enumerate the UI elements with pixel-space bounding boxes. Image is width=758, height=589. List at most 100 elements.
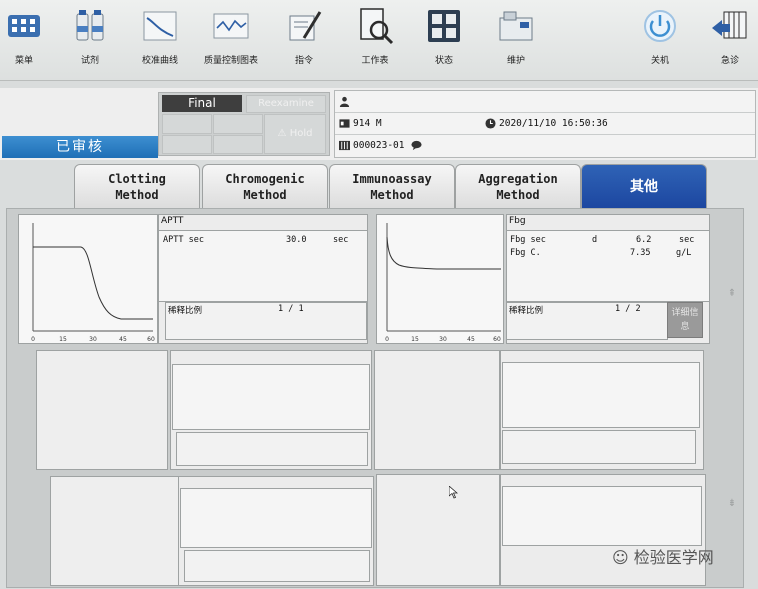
scroll-up-arrow[interactable]: ⇞ bbox=[727, 288, 737, 299]
toolbar: 菜单 试剂 校准曲线 质量控制图表 指令 工作表 状态 维护 关机 急诊 bbox=[0, 0, 758, 81]
aptt-result-name: APTT sec bbox=[163, 235, 204, 245]
menu-label: 菜单 bbox=[14, 56, 33, 66]
worksheet-label: 工作表 bbox=[361, 56, 389, 66]
worksheet-magnifier-icon bbox=[360, 8, 394, 45]
sample-datetime: 2020/11/10 16:50:36 bbox=[499, 118, 608, 129]
status-label: 状态 bbox=[434, 56, 453, 66]
stat-rack-icon bbox=[712, 11, 747, 39]
status-cell-empty-2 bbox=[213, 114, 263, 134]
x-tick-label: 0 bbox=[31, 336, 35, 343]
fbg-conc-name: Fbg C. bbox=[510, 248, 541, 258]
empty-result-box-r3-right bbox=[502, 486, 702, 546]
fbg-conc-value: 7.35 bbox=[630, 248, 651, 258]
fbg-curve-line bbox=[386, 236, 501, 270]
empty-chart-r2-right bbox=[374, 350, 500, 470]
empty-result-box-r2-left bbox=[172, 364, 370, 430]
x-tick-label: 45 bbox=[467, 336, 475, 343]
maintenance-button[interactable]: 维护 bbox=[486, 6, 546, 76]
empty-result-box-r3-left bbox=[180, 488, 372, 548]
power-icon bbox=[644, 10, 676, 42]
fbg-curve-chart: 0 15 30 45 60 bbox=[376, 214, 504, 344]
tab-line1: Clotting bbox=[108, 172, 166, 186]
empty-chart-r3-left bbox=[50, 476, 180, 586]
x-tick-label: 60 bbox=[493, 336, 501, 343]
empty-chart-r3-right bbox=[376, 474, 500, 586]
reagent-label: 试剂 bbox=[80, 56, 99, 66]
mouse-cursor-icon bbox=[449, 486, 458, 499]
reexamine-status-cell: Reexamine bbox=[246, 95, 326, 113]
tab-line2: Method bbox=[243, 188, 287, 202]
qc-chart-button[interactable]: 质量控制图表 bbox=[201, 6, 261, 76]
aptt-curve-chart: 0 15 30 45 60 bbox=[18, 214, 158, 344]
comment-icon[interactable] bbox=[411, 140, 422, 151]
sample-row: 914 M 2020/11/10 16:50:36 bbox=[335, 113, 755, 135]
menu-button[interactable]: 菜单 bbox=[0, 6, 54, 76]
watermark-text: 检验医学网 bbox=[633, 548, 714, 567]
patient-info: 914 M bbox=[353, 118, 382, 129]
warning-icon: ⚠ bbox=[277, 128, 287, 139]
empty-result-box-r2-right bbox=[502, 362, 700, 428]
x-tick-label: 0 bbox=[385, 336, 389, 343]
fbg-sec-flag: d bbox=[592, 235, 598, 245]
x-tick-label: 15 bbox=[411, 336, 419, 343]
aptt-dilution-value: 1 / 1 bbox=[278, 304, 304, 314]
shutdown-label: 关机 bbox=[650, 56, 669, 66]
fbg-panel-title: Fbg bbox=[509, 216, 526, 226]
x-tick-label: 15 bbox=[59, 336, 67, 343]
audited-badge: 已审核 bbox=[2, 136, 158, 158]
hold-status-cell: ⚠ Hold bbox=[264, 114, 326, 154]
watermark: ☺ 检验医学网 bbox=[612, 544, 714, 568]
qc-chart-label: 质量控制图表 bbox=[203, 56, 258, 66]
person-icon bbox=[339, 96, 350, 107]
fbg-sec-unit: sec bbox=[679, 235, 695, 245]
patient-row bbox=[335, 91, 755, 113]
tab-other[interactable]: 其他 bbox=[581, 164, 707, 209]
status-cell-empty-1 bbox=[162, 114, 212, 134]
x-tick-label: 30 bbox=[89, 336, 97, 343]
calibration-curve-button[interactable]: 校准曲线 bbox=[130, 6, 190, 76]
aptt-result-unit: sec bbox=[333, 235, 349, 245]
calibration-curve-icon bbox=[143, 11, 177, 41]
sample-id-row: 000023-01 bbox=[335, 135, 755, 156]
calibration-curve-label: 校准曲线 bbox=[141, 56, 178, 66]
menu-grid-icon bbox=[8, 15, 40, 37]
x-tick-label: 30 bbox=[439, 336, 447, 343]
fbg-sec-value: 6.2 bbox=[636, 235, 652, 245]
tab-clotting-method[interactable]: Clotting Method bbox=[74, 164, 200, 209]
tab-line1: Immunoassay bbox=[352, 172, 432, 186]
status-panel-icon bbox=[428, 10, 460, 42]
stat-button[interactable]: 急诊 bbox=[700, 6, 758, 76]
tab-aggregation-method[interactable]: Aggregation Method bbox=[455, 164, 581, 209]
aptt-result-value: 30.0 bbox=[286, 235, 307, 245]
instruction-label: 指令 bbox=[294, 56, 313, 66]
id-card-icon bbox=[339, 119, 350, 128]
tab-chromogenic-method[interactable]: Chromogenic Method bbox=[202, 164, 328, 209]
aptt-curve-svg: 0 15 30 45 60 bbox=[31, 223, 155, 343]
worksheet-button[interactable]: 工作表 bbox=[345, 6, 405, 76]
scroll-down-arrow[interactable]: ⇟ bbox=[727, 498, 737, 509]
wechat-icon: ☺ bbox=[612, 548, 629, 567]
tab-label: 其他 bbox=[630, 179, 658, 195]
tab-line1: Chromogenic bbox=[225, 172, 305, 186]
clock-icon bbox=[485, 118, 496, 129]
tab-line1: Aggregation bbox=[478, 172, 558, 186]
fbg-curve-svg: 0 15 30 45 60 bbox=[385, 223, 501, 343]
aptt-panel-title: APTT bbox=[161, 216, 184, 226]
fbg-sec-name: Fbg sec bbox=[510, 235, 546, 245]
reagent-bottles-icon bbox=[76, 10, 104, 41]
details-button[interactable]: 详细信息 bbox=[667, 302, 703, 338]
status-button[interactable]: 状态 bbox=[414, 6, 474, 76]
tab-immunoassay-method[interactable]: Immunoassay Method bbox=[329, 164, 455, 209]
instruction-button[interactable]: 指令 bbox=[274, 6, 334, 76]
hold-label: Hold bbox=[289, 128, 313, 139]
x-tick-label: 45 bbox=[119, 336, 127, 343]
reagent-button[interactable]: 试剂 bbox=[60, 6, 120, 76]
empty-dilution-r3-left bbox=[184, 550, 370, 582]
tab-line2: Method bbox=[115, 188, 159, 202]
final-status-badge: Final bbox=[162, 95, 242, 112]
empty-dilution-r2-right bbox=[502, 430, 696, 464]
fbg-conc-unit: g/L bbox=[676, 248, 692, 258]
shutdown-button[interactable]: 关机 bbox=[630, 6, 690, 76]
fbg-dilution-label: 稀释比例 bbox=[509, 306, 544, 316]
x-tick-label: 60 bbox=[147, 336, 155, 343]
